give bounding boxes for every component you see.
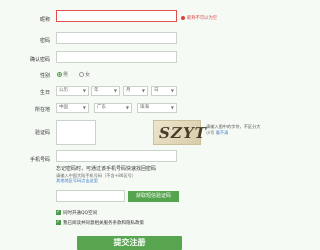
birthday-year-select[interactable]: 年 ▼ <box>91 86 120 96</box>
confirm-password-label: 确认密码 <box>29 57 50 63</box>
captcha-image[interactable]: SZYT <box>153 120 209 145</box>
chevron-down-icon: ▼ <box>82 88 86 93</box>
captcha-input[interactable] <box>56 120 96 145</box>
nickname-input[interactable] <box>56 10 177 22</box>
chevron-down-icon: ▼ <box>170 105 174 110</box>
get-sms-code-button[interactable]: 获取短信验证码 <box>128 191 179 202</box>
chevron-down-icon: ▼ <box>141 88 145 93</box>
other-region-link[interactable]: 其他地区号码点击这里 <box>56 178 186 184</box>
captcha-tip: 请输入图中的字符，不区分大小写 看不清 <box>206 124 261 135</box>
location-label: 所在地 <box>34 107 50 113</box>
location-province-select[interactable]: 广东 ▼ <box>94 103 132 113</box>
chevron-down-icon: ▼ <box>125 105 129 110</box>
phone-input[interactable] <box>56 150 177 162</box>
phone-hint: 忘记密码时，可通过该手机号码快速找回密码 请输入中国大陆手机号码（不含+86区号… <box>56 166 186 184</box>
checkbox-checked-icon <box>56 219 61 225</box>
radio-empty-icon <box>79 72 84 77</box>
checkbox-checked-icon <box>56 209 61 215</box>
captcha-refresh-link[interactable]: 看不清 <box>216 130 229 135</box>
birthday-day-select[interactable]: 日 ▼ <box>151 86 177 96</box>
gender-male-radio[interactable]: 男 <box>57 71 68 78</box>
location-country-select[interactable]: 中国 ▼ <box>56 103 89 113</box>
location-city-select[interactable]: 珠海 ▼ <box>137 103 177 113</box>
open-qzone-checkbox[interactable]: 同时开通QQ空间 <box>56 209 97 216</box>
password-input[interactable] <box>56 32 177 44</box>
gender-female-radio[interactable]: 女 <box>79 71 90 78</box>
birthday-label: 生日 <box>39 90 50 96</box>
birthday-calendar-select[interactable]: 公历 ▼ <box>56 86 89 96</box>
chevron-down-icon: ▼ <box>82 105 86 110</box>
agree-terms-checkbox[interactable]: 我已阅读并同意相关服务条款和隐私政策 <box>56 219 144 226</box>
radio-selected-icon <box>57 72 62 77</box>
gender-label: 性别 <box>39 73 50 79</box>
nickname-label: 昵称 <box>39 17 50 23</box>
chevron-down-icon: ▼ <box>170 88 174 93</box>
birthday-month-select[interactable]: 月 ▼ <box>123 86 148 96</box>
chevron-down-icon: ▼ <box>113 88 117 93</box>
password-label: 密码 <box>39 38 50 44</box>
submit-register-button[interactable]: 提交注册 <box>77 236 182 250</box>
captcha-label: 验证码 <box>34 130 50 136</box>
nickname-error: 昵称不可以为空 <box>181 15 217 21</box>
confirm-password-input[interactable] <box>56 51 177 63</box>
sms-code-input[interactable] <box>56 190 125 202</box>
phone-label: 手机号码 <box>29 157 50 163</box>
error-icon <box>181 15 185 20</box>
